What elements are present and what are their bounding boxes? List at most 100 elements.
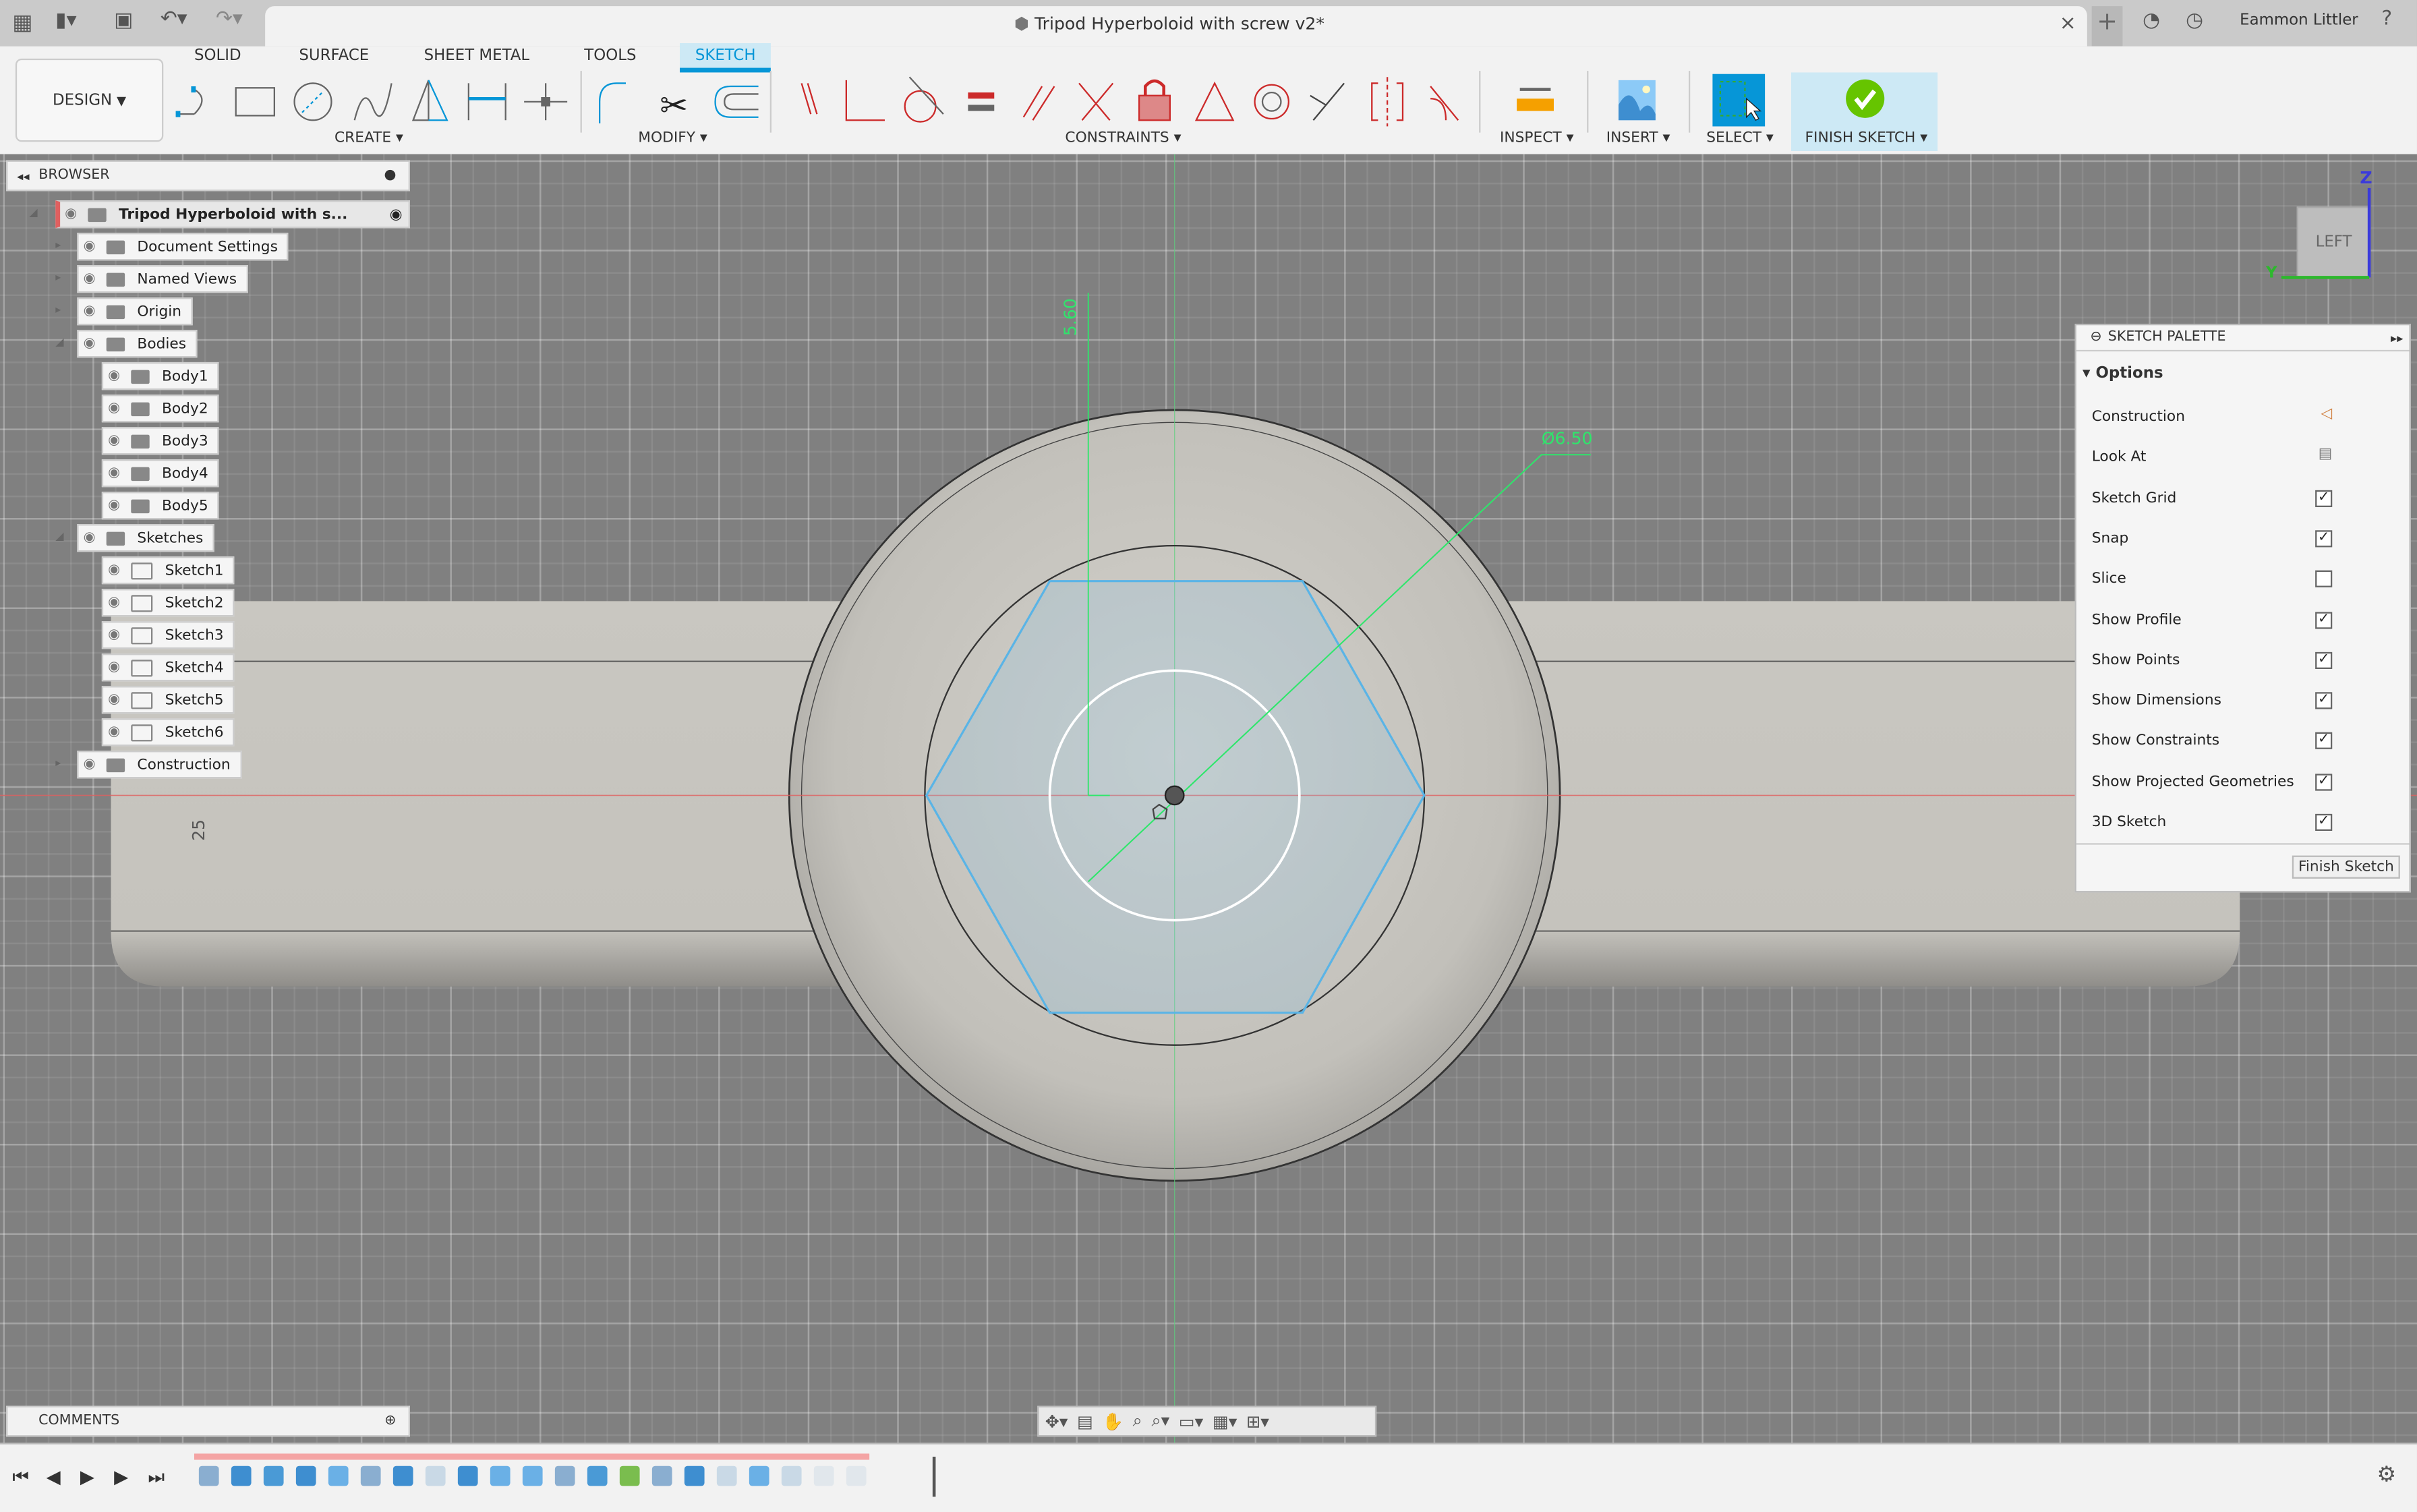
expand-toggle[interactable]: ▸ [55, 239, 61, 251]
timeline-feature[interactable] [360, 1465, 381, 1486]
palette-option[interactable]: Show Constraints ✓ [2092, 732, 2394, 750]
add-comment-icon[interactable]: ⊕ [384, 1414, 396, 1429]
create-menu[interactable]: CREATE ▾ [334, 129, 403, 146]
browser-item[interactable]: ◉ Named Views [77, 265, 248, 293]
look-at-icon[interactable]: ▤ [2319, 446, 2333, 463]
eye-icon[interactable]: ◉ [103, 692, 125, 707]
zoom-window-icon[interactable]: ⌕▾ [1151, 1410, 1169, 1432]
inspect-menu[interactable]: INSPECT ▾ [1500, 129, 1573, 146]
browser-item[interactable]: ◉ Sketch4 [101, 653, 235, 682]
eye-icon[interactable]: ◉ [79, 239, 100, 254]
timeline-feature[interactable] [392, 1465, 413, 1486]
dimension-tool-icon[interactable] [467, 83, 506, 121]
eye-icon[interactable]: ◉ [60, 206, 82, 222]
expand-toggle[interactable]: ▸ [55, 271, 61, 283]
step-forward-icon[interactable]: ▶ [114, 1466, 128, 1488]
orbit-icon[interactable]: ✥▾ [1045, 1412, 1068, 1432]
center-point[interactable] [1164, 785, 1185, 806]
modify-menu[interactable]: MODIFY ▾ [638, 129, 707, 146]
browser-item[interactable]: ◉ Sketch6 [101, 718, 235, 747]
finish-sketch-menu[interactable]: FINISH SKETCH ▾ [1805, 129, 1928, 146]
checkbox[interactable]: ✓ [2315, 651, 2333, 669]
grid-settings-icon[interactable]: ▦▾ [1213, 1412, 1237, 1432]
browser-item[interactable]: ◉ Sketch1 [101, 556, 235, 585]
viewports-icon[interactable]: ⊞▾ [1246, 1412, 1269, 1432]
browser-item[interactable]: ◉ Bodies [77, 330, 198, 358]
timeline-feature[interactable] [781, 1465, 802, 1486]
timeline-feature[interactable] [619, 1465, 640, 1486]
insert-image-icon[interactable] [1618, 80, 1656, 121]
point-tool-icon[interactable] [524, 83, 568, 121]
perpendicular-lines-icon[interactable] [1078, 82, 1114, 121]
palette-finish-sketch-button[interactable]: Finish Sketch [2292, 855, 2401, 879]
coincident-constraint-icon[interactable] [800, 83, 818, 115]
rectangle-tool-icon[interactable] [235, 87, 275, 117]
expand-toggle[interactable]: ◢ [55, 530, 63, 542]
palette-option[interactable]: Show Points ✓ [2092, 651, 2394, 669]
document-tab[interactable]: ⬢ Tripod Hyperboloid with screw v2* × [265, 6, 2087, 47]
file-menu-icon[interactable]: ▮▾ [55, 9, 76, 32]
timeline-feature[interactable] [198, 1465, 219, 1486]
timeline-feature[interactable] [522, 1465, 543, 1486]
browser-item[interactable]: ◉ Sketches [77, 524, 214, 552]
checkbox[interactable]: ✓ [2315, 611, 2333, 629]
eye-icon[interactable]: ◉ [103, 498, 125, 513]
fix-constraint-icon[interactable] [1138, 79, 1171, 121]
collinear-constraint-icon[interactable] [1310, 82, 1345, 121]
palette-option[interactable]: Snap ✓ [2092, 530, 2394, 548]
curvature-constraint-icon[interactable] [1430, 86, 1459, 121]
redo-icon[interactable]: ↷▾ [216, 7, 243, 30]
minimize-icon[interactable]: ⊖ [2090, 330, 2101, 345]
select-icon[interactable] [1712, 74, 1766, 127]
browser-item[interactable]: ◉ Body4 [101, 459, 219, 488]
side-dimension-label[interactable]: 25 [189, 819, 209, 841]
eye-icon[interactable]: ◉ [79, 336, 100, 351]
midpoint-constraint-icon[interactable] [1194, 81, 1235, 121]
palette-option[interactable]: Sketch Grid ✓ [2092, 489, 2394, 507]
timeline-feature[interactable] [490, 1465, 511, 1486]
viewcube[interactable]: LEFT [2296, 206, 2371, 278]
eye-icon[interactable]: ◉ [103, 401, 125, 416]
pin-icon[interactable]: ● [384, 168, 396, 183]
circle-tool-icon[interactable] [293, 82, 332, 121]
palette-option[interactable]: Construction ◁ [2092, 405, 2394, 426]
tab-sheet-metal[interactable]: SHEET METAL [424, 48, 530, 65]
timeline-feature[interactable] [457, 1465, 478, 1486]
go-to-end-icon[interactable]: ⏭ [148, 1466, 165, 1489]
vertical-dimension-label[interactable]: 5.60 [1061, 298, 1081, 336]
tab-solid[interactable]: SOLID [194, 48, 241, 65]
palette-option[interactable]: Show Profile ✓ [2092, 611, 2394, 629]
timeline-feature[interactable] [231, 1465, 252, 1486]
eye-icon[interactable]: ◉ [103, 562, 125, 578]
tab-tools[interactable]: TOOLS [584, 48, 636, 65]
eye-icon[interactable]: ◉ [79, 303, 100, 319]
checkbox[interactable]: ✓ [2315, 489, 2333, 507]
eye-icon[interactable]: ◉ [103, 627, 125, 643]
options-section[interactable]: ▾ Options [2083, 366, 2163, 382]
browser-item[interactable]: ◉ Body2 [101, 395, 219, 423]
timeline-feature[interactable] [684, 1465, 705, 1486]
symmetry-constraint-icon[interactable] [1371, 77, 1404, 127]
checkbox[interactable]: ✓ [2315, 530, 2333, 548]
browser-header[interactable]: ◂◂ BROWSER ● [6, 160, 410, 192]
timeline-feature[interactable] [749, 1465, 769, 1486]
timeline-feature[interactable] [328, 1465, 349, 1486]
timeline-marker[interactable] [932, 1456, 936, 1497]
eye-icon[interactable]: ◉ [103, 660, 125, 675]
perpendicular-constraint-icon[interactable] [845, 80, 885, 121]
palette-option[interactable]: Show Projected Geometries ✓ [2092, 773, 2394, 790]
expand-toggle[interactable]: ▸ [55, 757, 61, 769]
eye-icon[interactable]: ◉ [103, 595, 125, 610]
palette-option[interactable]: Slice [2092, 571, 2394, 588]
collapse-icon[interactable]: ◂◂ [17, 169, 29, 183]
look-at-icon[interactable]: ▤ [1077, 1412, 1093, 1432]
timeline-feature[interactable] [846, 1465, 867, 1486]
expand-icon[interactable]: ▸▸ [2391, 330, 2403, 345]
timeline-feature[interactable] [295, 1465, 316, 1486]
line-tool-icon[interactable] [175, 86, 203, 117]
parallel-constraint-icon[interactable] [1022, 86, 1055, 121]
user-name[interactable]: Eammon Littler [2240, 12, 2358, 29]
close-tab-icon[interactable]: × [2060, 12, 2076, 35]
help-icon[interactable]: ? [2381, 7, 2392, 30]
select-menu[interactable]: SELECT ▾ [1706, 129, 1774, 146]
